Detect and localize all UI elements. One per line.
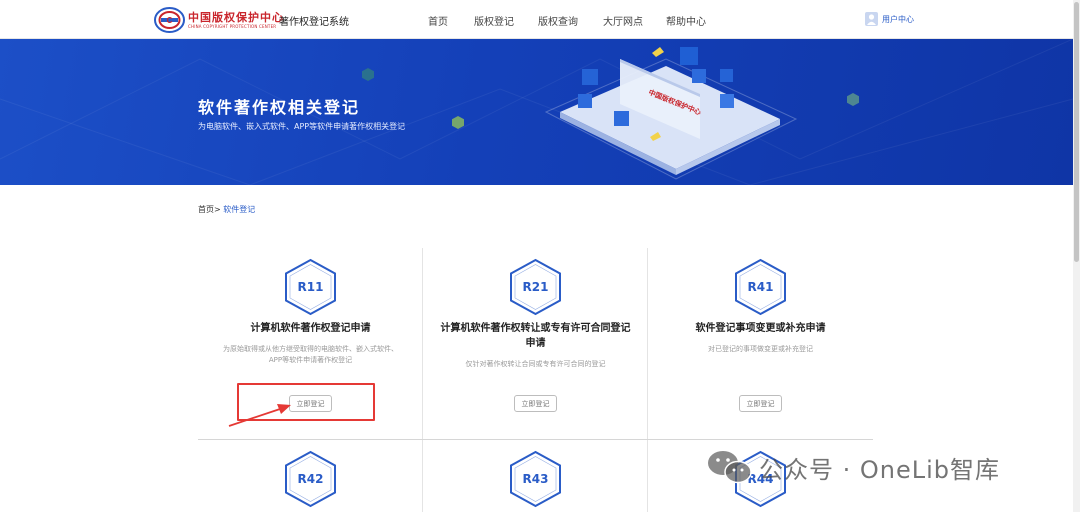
hex-badge: R42 [284,450,337,508]
breadcrumb: 首页> 软件登记 [198,204,255,215]
isometric-platform-illustration-icon: 中国版权保护中心 [544,47,798,180]
user-icon [865,12,878,26]
hex-badge: R43 [509,450,562,508]
breadcrumb-separator: > [214,205,221,214]
top-header: C 中国版权保护中心 CHINA COPYRIGHT PROTECTION CE… [0,0,1080,39]
nav-service-halls[interactable]: 大厅网点 [603,13,643,28]
card-description: 对已登记的事项做变更或补充登记 [708,345,813,353]
hex-badge: R21 [509,258,562,316]
hero-banner: 软件著作权相关登记 为电脑软件、嵌入式软件、APP等软件申请著作权相关登记 中国… [0,39,1073,185]
register-now-button[interactable]: 立即登记 [739,395,782,412]
register-now-button[interactable]: 立即登记 [514,395,557,412]
banner-subtitle: 为电脑软件、嵌入式软件、APP等软件申请著作权相关登记 [198,122,406,131]
banner-background-pattern-icon [0,39,1073,185]
banner-title: 软件著作权相关登记 [198,98,361,117]
scrollbar-thumb[interactable] [1074,2,1079,262]
watermark-text: 公众号 · OneLib智库 [759,455,1001,484]
nav-home[interactable]: 首页 [428,13,448,28]
hex-badge-code: R41 [747,280,774,294]
main-nav: 首页 版权登记 版权查询 大厅网点 帮助中心 [0,13,1080,28]
wechat-icon [708,451,752,484]
card-title: 软件登记事项变更或补充申请 [695,323,826,334]
hex-badge-code: R11 [297,280,324,294]
card-r42[interactable]: R42 [198,440,423,512]
nav-copyright-registration[interactable]: 版权登记 [474,13,514,28]
nav-copyright-query[interactable]: 版权查询 [538,13,578,28]
breadcrumb-home[interactable]: 首页 [198,205,214,214]
hexagon-decoration-icon [452,116,464,129]
card-r21: R21 计算机软件著作权转让或专有许可合同登记申请 仅针对著作权转让合同或专有许… [423,248,648,439]
card-title: 计算机软件著作权转让或专有许可合同登记申请 [440,323,631,349]
nav-help-center[interactable]: 帮助中心 [666,13,706,28]
hexagon-decoration-icon [362,68,374,81]
hex-badge-code: R43 [522,472,549,486]
card-description: 为原始取得或从他方继受取得的电脑软件、嵌入式软件、APP等软件申请著作权登记 [223,345,398,364]
breadcrumb-current: 软件登记 [223,205,256,214]
user-center-label: 用户中心 [882,14,914,24]
card-r43[interactable]: R43 [423,440,648,512]
card-r41: R41 软件登记事项变更或补充申请 对已登记的事项做变更或补充登记 立即登记 [648,248,873,439]
hex-badge: R41 [734,258,787,316]
wechat-watermark: 公众号 · OneLib智库 [705,448,1000,486]
hex-badge-code: R21 [522,280,549,294]
hex-badge: R11 [284,258,337,316]
page-scrollbar[interactable] [1073,0,1080,512]
hexagon-decoration-icon [847,93,859,106]
annotation-arrow-icon [228,404,291,427]
hex-badge-code: R42 [297,472,324,486]
card-description: 仅针对著作权转让合同或专有许可合同的登记 [465,360,606,368]
user-center-link[interactable]: 用户中心 [865,12,914,26]
card-title: 计算机软件著作权登记申请 [250,323,371,334]
